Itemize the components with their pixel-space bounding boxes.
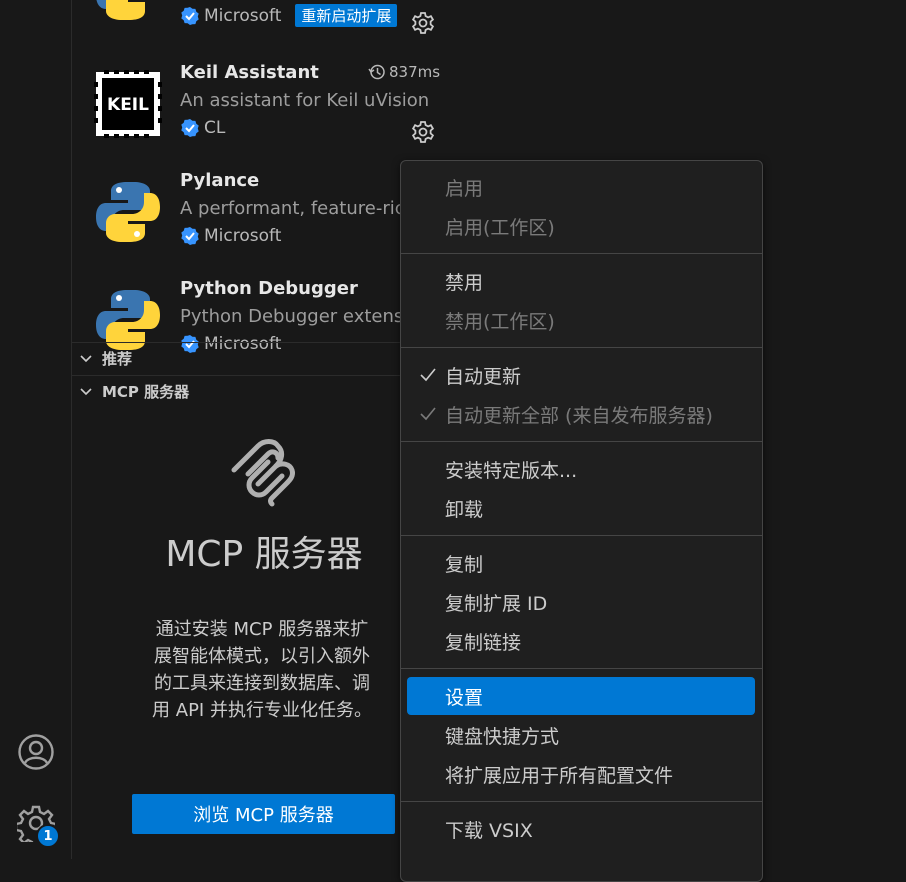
menu-separator <box>401 801 762 802</box>
menu-item-copy[interactable]: 复制 <box>407 545 755 581</box>
menu-item-disable[interactable]: 禁用 <box>407 263 755 299</box>
extension-description: A performant, feature-rich <box>180 198 417 219</box>
section-header-recommended[interactable]: 推荐 <box>72 342 456 373</box>
extension-name: Keil Assistant <box>180 62 319 83</box>
extension-name: Python Debugger <box>180 278 358 299</box>
menu-item-label: 自动更新 <box>445 365 522 388</box>
publisher-name: Microsoft <box>204 5 282 26</box>
menu-separator <box>401 253 762 254</box>
activity-bar: 1 <box>0 0 72 859</box>
menu-item-label: 将扩展应用于所有配置文件 <box>445 764 674 787</box>
menu-separator <box>401 668 762 669</box>
menu-item-enable[interactable]: 启用 <box>407 169 755 205</box>
section-title: 推荐 <box>102 349 133 368</box>
restart-extension-button[interactable]: 重新启动扩展 <box>295 4 398 27</box>
menu-item-uninstall[interactable]: 卸载 <box>407 490 755 526</box>
publisher-name: Microsoft <box>204 226 282 246</box>
menu-item-label: 禁用(工作区) <box>445 310 555 333</box>
menu-item-label: 启用(工作区) <box>445 216 555 239</box>
verified-icon <box>181 119 199 137</box>
menu-item-auto-update[interactable]: 自动更新 <box>407 357 755 393</box>
gear-icon[interactable] <box>411 120 435 144</box>
menu-separator <box>401 441 762 442</box>
menu-item-install-specific-version[interactable]: 安装特定版本... <box>407 451 755 487</box>
section-title: MCP 服务器 <box>102 382 190 401</box>
menu-item-label: 安装特定版本... <box>445 459 578 482</box>
mcp-logo-icon <box>231 439 295 507</box>
menu-item-label: 启用 <box>445 177 484 200</box>
menu-item-label: 自动更新全部 (来自发布服务器) <box>445 404 713 427</box>
menu-item-copy-link[interactable]: 复制链接 <box>407 623 755 659</box>
mcp-title: MCP 服务器 <box>165 534 363 575</box>
chevron-down-icon <box>80 355 92 363</box>
verified-icon <box>181 6 199 25</box>
extension-name: Pylance <box>180 170 260 191</box>
chevron-down-icon <box>80 388 92 396</box>
menu-item-label: 卸载 <box>445 498 484 521</box>
extension-item[interactable]: KEIL Keil Assistant 837ms An assistant f… <box>72 58 456 166</box>
menu-item-label: 禁用 <box>445 271 484 294</box>
menu-item-label: 键盘快捷方式 <box>445 725 560 748</box>
publisher-name: CL <box>204 118 226 138</box>
extension-item[interactable]: Python Debugger Python Debugger extensio… <box>72 274 456 354</box>
activation-time-value: 837ms <box>389 63 441 81</box>
menu-item-enable-workspace[interactable]: 启用(工作区) <box>407 208 755 244</box>
menu-item-label: 下载 VSIX <box>445 819 533 842</box>
menu-item-label: 复制扩展 ID <box>445 592 548 615</box>
menu-item-download-vsix[interactable]: 下载 VSIX <box>407 811 755 847</box>
extension-description: Python Debugger extensio <box>180 306 420 327</box>
verified-icon <box>181 227 199 245</box>
keil-logo-text: KEIL <box>107 95 149 115</box>
extension-description: An assistant for Keil uVision <box>180 90 430 111</box>
mcp-description: 通过安装 MCP 服务器来扩展智能体模式，以引入额外的工具来连接到数据库、调用 … <box>152 619 372 721</box>
menu-item-auto-update-all[interactable]: 自动更新全部 (来自发布服务器) <box>407 396 755 432</box>
checkmark-icon <box>420 368 436 382</box>
extensions-sidebar: Microsoft 重新启动扩展 KEIL Keil Assistant 837… <box>72 0 456 859</box>
menu-item-label: 复制 <box>445 553 484 576</box>
python-logo-icon <box>96 182 160 242</box>
menu-separator <box>401 535 762 536</box>
extension-publisher: Microsoft 重新启动扩展 <box>180 4 398 27</box>
extension-publisher: Microsoft <box>180 226 281 246</box>
menu-item-label: 设置 <box>445 686 484 709</box>
python-logo-icon <box>96 0 145 20</box>
keil-logo-icon: KEIL <box>94 70 162 138</box>
activation-time: 837ms <box>368 63 440 81</box>
settings-badge: 1 <box>36 824 60 848</box>
menu-item-settings[interactable]: 设置 <box>407 677 755 715</box>
extension-context-menu: 启用 启用(工作区) 禁用 禁用(工作区) 自动更新 自动更新全部 (来自发布服… <box>400 160 763 882</box>
extension-item[interactable]: Pylance A performant, feature-rich Micro… <box>72 166 456 274</box>
menu-item-keyboard-shortcuts[interactable]: 键盘快捷方式 <box>407 717 755 753</box>
gear-icon[interactable] <box>411 11 435 35</box>
extension-publisher: CL <box>180 118 225 138</box>
menu-item-copy-extension-id[interactable]: 复制扩展 ID <box>407 584 755 620</box>
menu-item-apply-to-all-profiles[interactable]: 将扩展应用于所有配置文件 <box>407 756 755 792</box>
menu-item-label: 复制链接 <box>445 631 522 654</box>
section-header-mcp[interactable]: MCP 服务器 <box>72 375 456 406</box>
menu-separator <box>401 347 762 348</box>
history-icon <box>368 64 385 80</box>
extension-item[interactable]: Microsoft 重新启动扩展 <box>72 0 456 52</box>
menu-item-disable-workspace[interactable]: 禁用(工作区) <box>407 302 755 338</box>
browse-mcp-button[interactable]: 浏览 MCP 服务器 <box>132 794 395 834</box>
checkmark-icon <box>420 407 436 421</box>
account-icon[interactable] <box>17 733 55 771</box>
